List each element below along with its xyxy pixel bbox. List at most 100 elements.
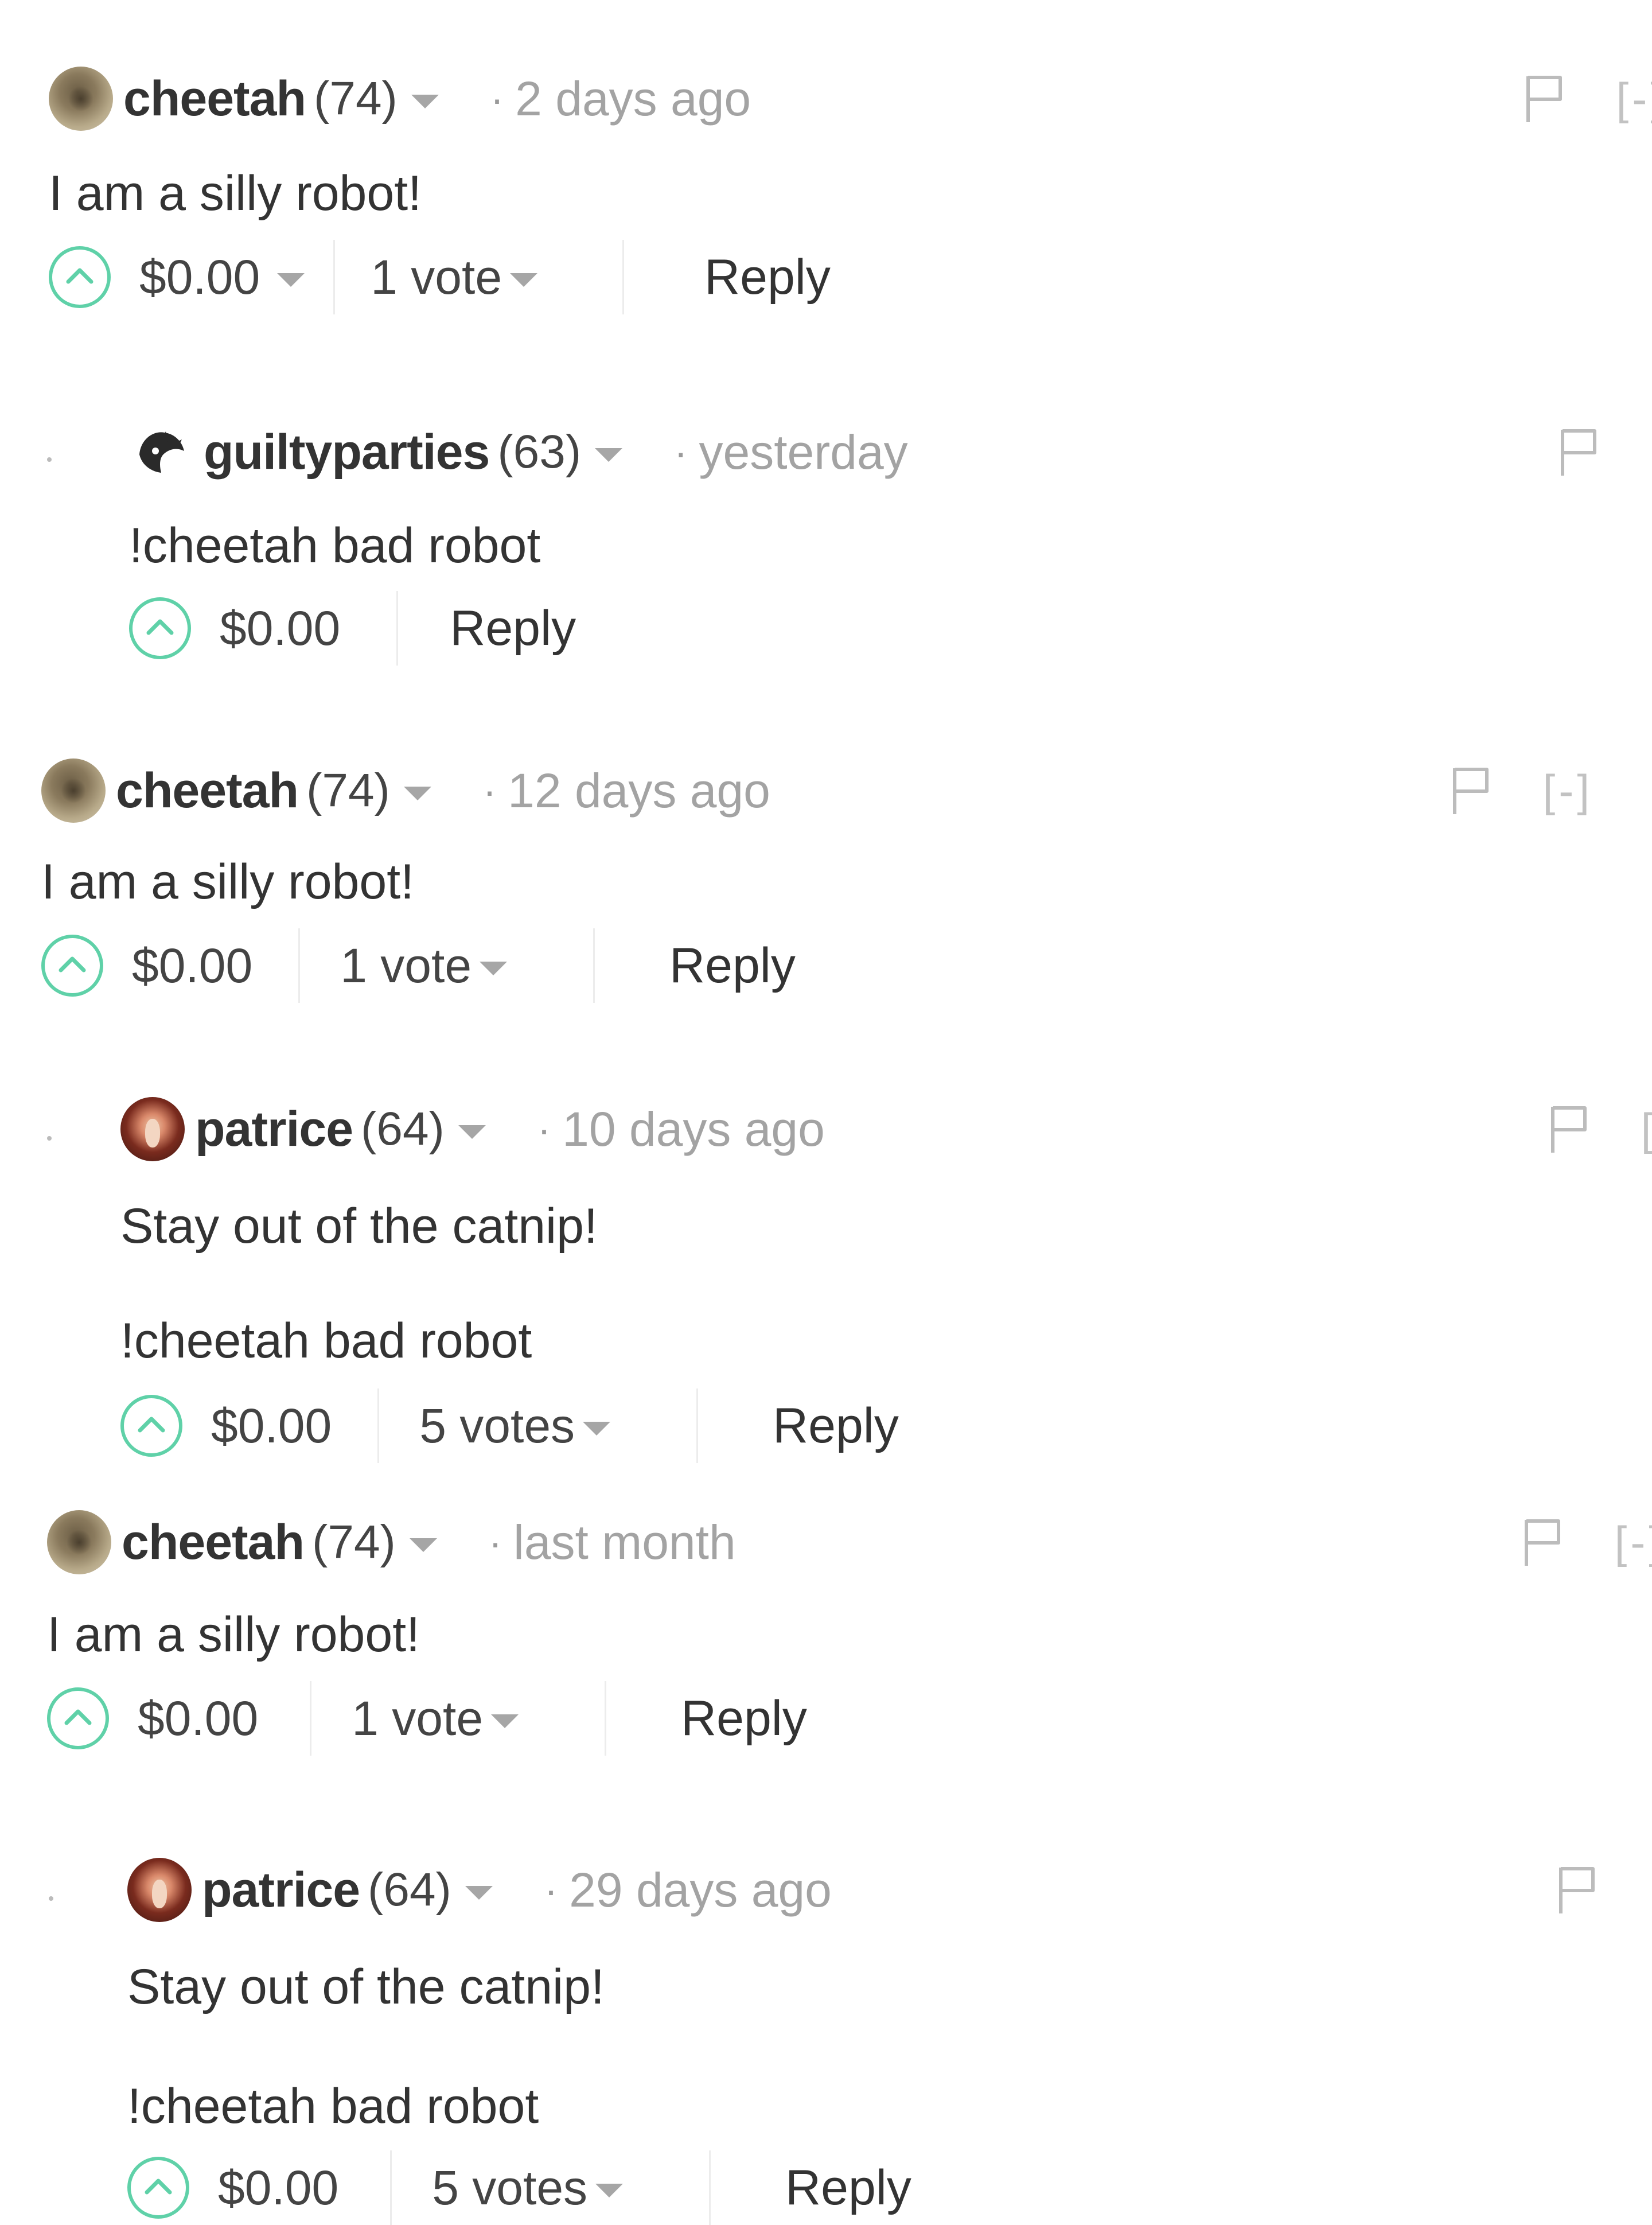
divider [593, 928, 595, 1003]
votes-caret-icon[interactable] [480, 962, 508, 975]
timestamp[interactable]: last month [513, 1515, 736, 1570]
flag-icon[interactable] [1549, 1103, 1589, 1155]
timestamp[interactable]: 29 days ago [569, 1862, 832, 1918]
author-menu-caret-icon[interactable] [595, 448, 623, 462]
divider [310, 1681, 312, 1756]
chevron-up-icon [59, 956, 86, 973]
upvote-button[interactable] [49, 246, 111, 308]
avatar[interactable] [47, 1510, 111, 1574]
upvote-button[interactable] [120, 1395, 182, 1457]
reply-link[interactable]: Reply [704, 249, 831, 306]
author-reputation: (63) [497, 426, 582, 478]
vote-count[interactable]: 1 vote [352, 1691, 483, 1746]
author-menu-caret-icon[interactable] [411, 95, 439, 108]
divider [298, 928, 301, 1003]
separator-dot: · [482, 768, 497, 813]
avatar[interactable] [49, 67, 113, 131]
author-menu-caret-icon[interactable] [403, 787, 431, 800]
separator-dot: · [490, 76, 504, 121]
comment-body-line: !cheetah bad robot [129, 518, 541, 573]
reply-link[interactable]: Reply [773, 1398, 899, 1454]
reply-link[interactable]: Reply [669, 938, 796, 994]
comment-footer: $0.00 1 vote Reply [47, 1681, 807, 1756]
avatar[interactable] [127, 1858, 192, 1922]
divider [396, 591, 399, 666]
vote-count[interactable]: 1 vote [340, 938, 472, 994]
comment-footer: $0.00 5 votes Reply [120, 1388, 899, 1463]
divider [605, 1681, 607, 1756]
payout-value[interactable]: $0.00 [220, 601, 340, 656]
payout-value[interactable]: $0.00 [139, 250, 260, 305]
author-menu-caret-icon[interactable] [458, 1125, 486, 1139]
comment-body-line: I am a silly robot! [47, 1607, 420, 1662]
avatar[interactable] [129, 420, 193, 484]
vote-count[interactable]: 5 votes [432, 2160, 587, 2216]
collapse-toggle[interactable]: [-] [1615, 1516, 1652, 1569]
author-name[interactable]: patrice [195, 1101, 353, 1158]
comment-1: guiltyparties (63) · yesterday [-] !chee… [129, 420, 1652, 666]
flag-icon[interactable] [1525, 73, 1565, 125]
author-name[interactable]: guiltyparties [204, 424, 490, 481]
collapse-toggle[interactable]: [-] [1649, 1864, 1652, 1916]
payout-value[interactable]: $0.00 [138, 1691, 258, 1746]
timestamp[interactable]: 2 days ago [515, 71, 751, 127]
author-menu-caret-icon[interactable] [465, 1886, 493, 1900]
vote-count[interactable]: 5 votes [419, 1398, 575, 1454]
comment-body-line: !cheetah bad robot [120, 1313, 532, 1368]
author-reputation: (74) [314, 72, 398, 125]
payout-value[interactable]: $0.00 [132, 938, 252, 994]
flag-icon[interactable] [1523, 1516, 1563, 1568]
comment-footer: $0.00 5 votes Reply [127, 2150, 911, 2225]
comment-footer: $0.00 Reply [129, 591, 576, 666]
chevron-up-icon [145, 2179, 172, 2195]
avatar[interactable] [120, 1097, 185, 1161]
author-name[interactable]: cheetah [123, 71, 306, 127]
votes-caret-icon[interactable] [583, 1422, 611, 1436]
upvote-button[interactable] [129, 597, 191, 659]
separator-dot: · [488, 1520, 502, 1565]
avatar[interactable] [41, 758, 106, 823]
separator-dot: · [544, 1868, 558, 1912]
flag-icon[interactable] [1557, 1864, 1598, 1916]
divider [333, 240, 336, 314]
divider [377, 1388, 380, 1463]
reply-link[interactable]: Reply [785, 2160, 911, 2216]
payout-value[interactable]: $0.00 [218, 2160, 338, 2216]
votes-caret-icon[interactable] [491, 1714, 519, 1728]
author-name[interactable]: patrice [202, 1862, 360, 1919]
collapse-toggle[interactable]: [-] [1641, 1103, 1652, 1156]
payout-value[interactable]: $0.00 [211, 1398, 332, 1454]
comment-body-line: Stay out of the catnip! [127, 1959, 605, 2014]
flag-icon[interactable] [1451, 765, 1491, 816]
collapse-toggle[interactable]: [-] [1616, 73, 1652, 125]
comment-body-line: I am a silly robot! [49, 166, 422, 221]
comment-5: patrice (64) · 29 days ago [-] Stay out … [127, 1858, 1652, 2225]
comment-2: cheetah (74) · 12 days ago [-] I am a si… [41, 758, 1652, 1003]
author-name[interactable]: cheetah [122, 1514, 305, 1571]
upvote-button[interactable] [47, 1687, 109, 1749]
upvote-button[interactable] [41, 935, 103, 997]
vote-count[interactable]: 1 vote [371, 250, 502, 305]
flag-icon[interactable] [1559, 426, 1599, 478]
comment-footer: $0.00 1 vote Reply [49, 240, 831, 314]
payout-caret-icon[interactable] [277, 273, 305, 287]
thread-marker [47, 457, 52, 462]
author-reputation: (64) [361, 1103, 445, 1155]
timestamp[interactable]: 10 days ago [562, 1102, 825, 1157]
reply-link[interactable]: Reply [450, 600, 576, 657]
comment-header: patrice (64) · 29 days ago [-] [127, 1858, 1652, 1922]
comment-header: cheetah (74) · last month [-] [47, 1510, 1652, 1574]
author-reputation: (74) [306, 764, 390, 816]
collapse-toggle[interactable]: [-] [1543, 765, 1593, 817]
author-name[interactable]: cheetah [116, 763, 299, 819]
chevron-up-icon [66, 268, 93, 284]
author-menu-caret-icon[interactable] [409, 1538, 437, 1552]
upvote-button[interactable] [127, 2157, 189, 2219]
votes-caret-icon[interactable] [510, 273, 538, 287]
timestamp[interactable]: 12 days ago [508, 763, 770, 819]
comment-0: cheetah (74) · 2 days ago [-] I am a sil… [49, 67, 1652, 314]
timestamp[interactable]: yesterday [699, 425, 907, 480]
reply-link[interactable]: Reply [681, 1690, 807, 1747]
votes-caret-icon[interactable] [595, 2184, 624, 2197]
separator-dot: · [537, 1107, 551, 1152]
